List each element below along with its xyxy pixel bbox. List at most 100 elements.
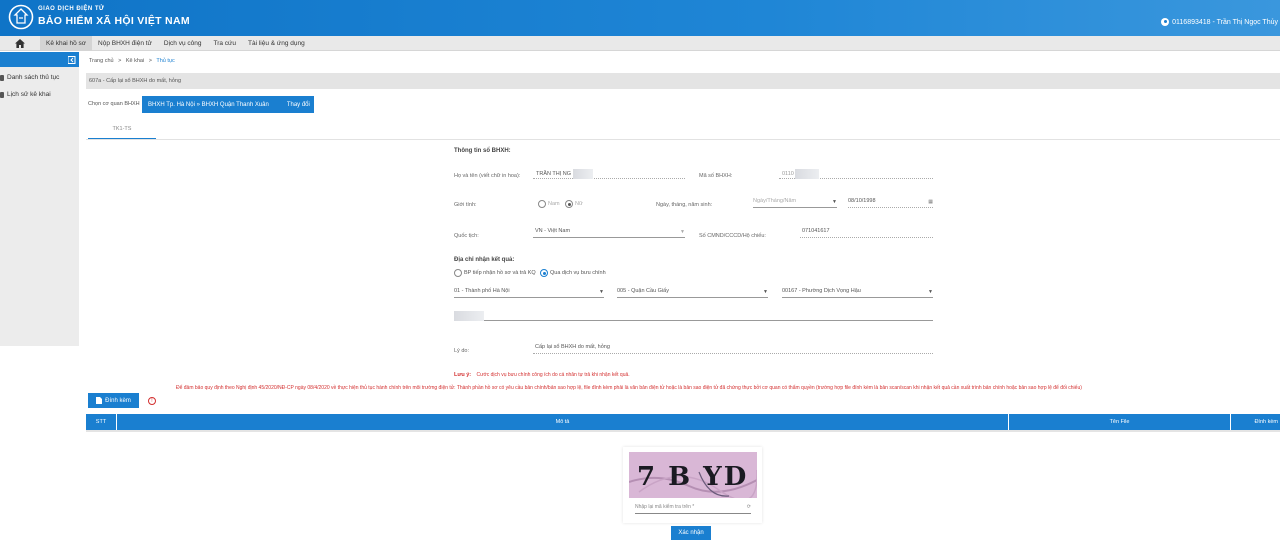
ward-select[interactable]: 00167 - Phường Dịch Vọng Hậu ▼ (782, 288, 933, 298)
dob-label: Ngày, tháng, năm sinh: (656, 202, 713, 208)
dob-input[interactable]: 08/10/1998 ▦ (848, 198, 933, 208)
district-value: 005 - Quận Cầu Giấy (617, 288, 669, 294)
nav-ke-khai[interactable]: Kê khai hồ sơ (40, 35, 93, 51)
id-label: Số CMND/CCCD/Hộ chiếu: (699, 233, 766, 239)
redacted-block (572, 169, 593, 179)
id-input[interactable]: 071041617 (800, 228, 933, 238)
procedure-title: 607a - Cấp lại sổ BHXH do mất, hỏng (86, 73, 1280, 89)
captcha-input[interactable]: Nhập lại mã kiểm tra trên * ⟳ (635, 504, 751, 514)
bhxh-logo-icon (8, 4, 34, 30)
user-icon (1161, 18, 1170, 26)
crumb-kekhai[interactable]: Kê khai (126, 58, 144, 64)
tab-divider (86, 139, 1280, 140)
section-info-title: Thông tin sổ BHXH: (454, 148, 511, 154)
gender-label: Giới tính: (454, 202, 477, 208)
id-value: 071041617 (802, 228, 830, 234)
district-select[interactable]: 005 - Quận Cầu Giấy ▼ (617, 288, 768, 298)
confirm-button[interactable]: Xác nhận (671, 526, 711, 540)
info-icon[interactable]: ! (148, 397, 156, 405)
dob-format-value: Ngày/Tháng/Năm (753, 198, 797, 204)
agency-value: BHXH Tp. Hà Nội » BHXH Quận Thanh Xuân (148, 101, 269, 108)
section-address-title: Địa chỉ nhận kết quả: (454, 257, 515, 263)
attach-button[interactable]: Đính kèm (88, 393, 139, 408)
agency-label: Chọn cơ quan BHXH (88, 101, 140, 107)
sidebar-item-danh-sach[interactable]: Danh sách thủ tục (0, 71, 79, 84)
crumb-home[interactable]: Trang chủ (89, 58, 114, 64)
nav-dich-vu-cong[interactable]: Dịch vụ công (158, 36, 208, 51)
crumb-thutuc: Thủ tục (156, 58, 175, 64)
nav-tra-cuu[interactable]: Tra cứu (207, 36, 242, 51)
attachments-table-header: STT Mô tả Tên File Đính kèm (86, 414, 1280, 430)
sidebar: Danh sách thủ tục Lịch sử kê khai (0, 52, 79, 346)
history-icon (0, 91, 4, 98)
reason-input[interactable]: Cấp lại sổ BHXH do mất, hỏng (533, 344, 933, 354)
radio-checked-icon (565, 200, 573, 208)
gender-male-label: Nam (548, 201, 560, 207)
agency-change-button[interactable]: Thay đổi (287, 102, 310, 108)
chevron-down-icon: ▼ (763, 289, 768, 295)
recv-option-post-label: Qua dịch vụ bưu chính (550, 270, 606, 276)
recv-option-office-label: BP tiếp nhận hồ sơ và trả KQ (464, 270, 536, 276)
recv-option-office[interactable]: BP tiếp nhận hồ sơ và trả KQ (454, 269, 536, 277)
name-field[interactable]: TRẦN THỊ NG (533, 169, 685, 179)
calendar-icon[interactable]: ▦ (928, 199, 933, 205)
dob-value: 08/10/1998 (848, 198, 876, 204)
captcha-panel: 7 B YD Nhập lại mã kiểm tra trên * ⟳ (623, 447, 762, 523)
bhxh-field[interactable]: 0110 (779, 169, 933, 179)
province-select[interactable]: 01 - Thành phố Hà Nội ▼ (454, 288, 604, 298)
captcha-placeholder: Nhập lại mã kiểm tra trên * (635, 504, 695, 510)
captcha-text: 7 B YD (637, 462, 748, 492)
sidebar-item-label: Lịch sử kê khai (7, 91, 51, 98)
gender-male-option[interactable]: Nam (538, 200, 560, 208)
bhxh-value: 0110 (782, 171, 794, 178)
sidebar-item-lich-su[interactable]: Lịch sử kê khai (0, 88, 79, 101)
table-body (86, 430, 1280, 432)
brand-title: BẢO HIỂM XÃ HỘI VIỆT NAM (38, 15, 190, 27)
decree-note: Để đảm bảo quy định theo Nghị định 45/20… (176, 385, 1082, 391)
brand-subtitle: GIAO DỊCH ĐIỆN TỬ (38, 6, 105, 12)
redacted-block (454, 311, 484, 321)
captcha-image: 7 B YD (629, 452, 757, 498)
refresh-icon[interactable]: ⟳ (747, 504, 751, 510)
file-icon (96, 397, 103, 404)
radio-icon (454, 269, 462, 277)
dob-format-select[interactable]: Ngày/Tháng/Năm ▼ (753, 198, 837, 208)
name-value: TRẦN THỊ NG (536, 171, 572, 178)
collapse-icon (68, 55, 76, 64)
chevron-down-icon: ▼ (832, 199, 837, 205)
chevron-down-icon: ▼ (680, 229, 685, 235)
sidebar-item-label: Danh sách thủ tục (7, 74, 60, 81)
list-icon (0, 74, 4, 81)
ward-value: 00167 - Phường Dịch Vọng Hậu (782, 288, 861, 294)
user-account[interactable]: 0116893418 - Trần Thị Ngọc Thủy (1161, 18, 1278, 26)
chevron-down-icon: ▼ (599, 289, 604, 295)
street-address-input[interactable] (454, 311, 933, 321)
sidebar-toggle[interactable] (0, 52, 79, 67)
reason-value: Cấp lại sổ BHXH do mất, hỏng (535, 344, 610, 350)
radio-checked-icon (540, 269, 548, 277)
redacted-block (795, 169, 820, 179)
crumb-sep: > (148, 58, 152, 64)
col-mo-ta: Mô tả (117, 414, 1009, 430)
postal-fee-note: Lưu ý: Cước dịch vụ bưu chính công ích d… (454, 372, 630, 378)
gender-female-option[interactable]: Nữ (565, 200, 583, 208)
col-stt: STT (86, 414, 117, 430)
name-label: Họ và tên (viết chữ in hoa): (454, 173, 521, 179)
note-label: Lưu ý: (454, 372, 472, 378)
app-header: GIAO DỊCH ĐIỆN TỬ BẢO HIỂM XÃ HỘI VIỆT N… (0, 0, 1280, 36)
nav-nop-bhxh[interactable]: Nộp BHXH điện tử (92, 36, 158, 51)
col-ten-file: Tên File (1009, 414, 1231, 430)
nationality-select[interactable]: VN - Việt Nam ▼ (533, 228, 685, 238)
nav-tai-lieu[interactable]: Tài liệu & ứng dụng (242, 36, 311, 51)
user-name: 0116893418 - Trần Thị Ngọc Thủy (1172, 18, 1278, 26)
agency-selector[interactable]: BHXH Tp. Hà Nội » BHXH Quận Thanh Xuân T… (142, 96, 314, 113)
col-dinh-kem: Đính kèm (1254, 419, 1278, 425)
tab-tk1-ts[interactable]: TK1-TS (88, 122, 156, 139)
recv-option-post[interactable]: Qua dịch vụ bưu chính (540, 269, 606, 277)
home-icon[interactable] (0, 36, 40, 51)
nationality-value: VN - Việt Nam (535, 228, 571, 234)
nationality-label: Quốc tịch: (454, 233, 479, 239)
note1-text: Cước dịch vụ bưu chính công ích do cá nh… (476, 372, 630, 378)
top-nav: Kê khai hồ sơ Nộp BHXH điện tử Dịch vụ c… (0, 35, 1280, 51)
radio-icon (538, 200, 546, 208)
